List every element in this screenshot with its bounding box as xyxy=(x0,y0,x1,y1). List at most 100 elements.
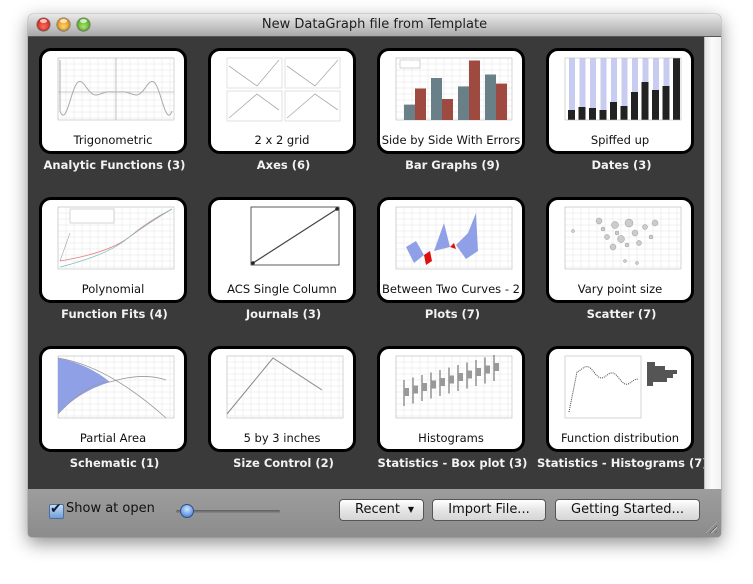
template-thumbnail[interactable]: Between Two Curves - 2 xyxy=(377,197,525,303)
template-item[interactable]: Partial Area Schematic (1) xyxy=(30,335,199,484)
template-thumbnail[interactable]: Trigonometric xyxy=(39,48,187,154)
template-name: Vary point size xyxy=(577,282,663,296)
category-label: Size Control (2) xyxy=(233,456,334,470)
scatter-point xyxy=(617,235,625,243)
template-item[interactable]: Histograms Statistics - Box plot (3) xyxy=(368,335,537,484)
template-name: Trigonometric xyxy=(73,133,153,147)
template-thumbnail[interactable]: Polynomial xyxy=(39,197,187,303)
template-thumbnail[interactable]: Histograms xyxy=(377,346,525,452)
data-point xyxy=(335,207,339,211)
bar xyxy=(610,102,617,120)
category-label: Statistics - Box plot (3) xyxy=(377,456,528,470)
scatter-point xyxy=(600,226,606,232)
box xyxy=(467,370,472,379)
template-item[interactable]: 2 x 2 grid Axes (6) xyxy=(199,37,368,186)
resize-grip-icon[interactable] xyxy=(706,522,717,533)
legend-box xyxy=(69,208,115,224)
show-at-open-label[interactable]: Show at open xyxy=(66,501,155,516)
thumbnail-preview-graph xyxy=(226,57,341,122)
bar xyxy=(431,78,442,120)
slider-knob[interactable] xyxy=(180,504,194,518)
getting-started-button[interactable]: Getting Started... xyxy=(555,499,700,521)
bar xyxy=(496,83,507,120)
scatter-point xyxy=(609,243,617,251)
box xyxy=(431,380,436,389)
preview-panel xyxy=(226,57,283,89)
scatter-point xyxy=(624,242,630,248)
bar xyxy=(469,60,480,120)
template-thumbnail[interactable]: Side by Side With Errors xyxy=(377,48,525,154)
template-item[interactable]: Side by Side With Errors Bar Graphs (9) xyxy=(368,37,537,186)
scatter-point xyxy=(611,221,619,229)
bar xyxy=(485,74,496,120)
preview-line xyxy=(286,93,339,119)
histogram-bar xyxy=(647,370,677,374)
template-name: Histograms xyxy=(418,431,484,445)
template-thumbnail[interactable]: Function distribution xyxy=(546,346,694,452)
template-name: Side by Side With Errors xyxy=(381,133,521,147)
import-file-button[interactable]: Import File... xyxy=(432,499,546,521)
category-label: Journals (3) xyxy=(245,307,322,321)
recent-label: Recent xyxy=(355,502,400,517)
legend-box xyxy=(399,59,421,69)
template-item[interactable]: Vary point size Scatter (7) xyxy=(537,186,706,335)
recent-popup-button[interactable]: Recent ▼ xyxy=(339,499,424,521)
thumbnail-preview-graph xyxy=(564,57,682,121)
template-thumbnail[interactable]: ACS Single Column xyxy=(208,197,356,303)
thumbnail-preview-graph xyxy=(564,206,682,270)
histogram-bar xyxy=(647,382,653,386)
template-name: Polynomial xyxy=(81,282,145,296)
template-thumbnail[interactable]: Spiffed up xyxy=(546,48,694,154)
template-chooser-window: New DataGraph file from Template Trigono… xyxy=(28,14,721,537)
box xyxy=(413,385,418,394)
scatter-point xyxy=(614,230,620,236)
scatter-point xyxy=(623,259,627,263)
preview-frame xyxy=(564,355,642,419)
template-item[interactable]: 5 by 3 inches Size Control (2) xyxy=(199,335,368,484)
box xyxy=(485,365,490,374)
thumbnail-preview-graph xyxy=(395,355,513,419)
box xyxy=(494,363,499,371)
vertical-scrollbar[interactable] xyxy=(704,37,721,489)
template-item[interactable]: ACS Single Column Journals (3) xyxy=(199,186,368,335)
category-label: Bar Graphs (9) xyxy=(405,158,500,172)
title-bar[interactable]: New DataGraph file from Template xyxy=(28,14,721,37)
scatter-point xyxy=(651,219,659,227)
scatter-point xyxy=(642,224,648,230)
template-item[interactable]: Trigonometric Analytic Functions (3) xyxy=(30,37,199,186)
scatter-point xyxy=(595,217,603,225)
template-name: Spiffed up xyxy=(590,133,650,147)
template-item[interactable]: Spiffed up Dates (3) xyxy=(537,37,706,186)
category-label: Statistics - Histograms (7) xyxy=(537,456,708,470)
show-at-open-checkbox[interactable] xyxy=(49,501,64,519)
thumbnail-preview-graph xyxy=(57,206,175,270)
thumbnail-preview-graph xyxy=(395,57,513,121)
box xyxy=(422,383,427,391)
bar xyxy=(442,99,453,120)
category-label: Dates (3) xyxy=(591,158,652,172)
box xyxy=(476,368,481,376)
category-label: Scatter (7) xyxy=(586,307,657,321)
template-item[interactable]: Between Two Curves - 2 Plots (7) xyxy=(368,186,537,335)
histogram-bar xyxy=(647,366,665,370)
template-name: Partial Area xyxy=(79,431,147,445)
preview-line xyxy=(286,59,339,87)
template-thumbnail[interactable]: Vary point size xyxy=(546,197,694,303)
template-item[interactable]: Polynomial Function Fits (4) xyxy=(30,186,199,335)
thumbnail-preview-graph xyxy=(57,355,175,419)
template-item[interactable]: Function distribution Statistics - Histog… xyxy=(537,335,708,484)
bar xyxy=(599,110,607,120)
thumbnail-preview-graph xyxy=(57,57,175,121)
scatter-point xyxy=(624,218,634,228)
template-thumbnail[interactable]: Partial Area xyxy=(39,346,187,452)
template-thumbnail[interactable]: 2 x 2 grid xyxy=(208,48,356,154)
histogram-bar xyxy=(647,374,673,378)
histogram-bar xyxy=(647,378,667,382)
area-fill xyxy=(406,213,478,263)
category-label: Function Fits (4) xyxy=(61,307,168,321)
bar xyxy=(404,104,415,120)
template-thumbnail[interactable]: 5 by 3 inches xyxy=(208,346,356,452)
scatter-point xyxy=(604,234,610,240)
bar xyxy=(620,106,628,120)
preview-line xyxy=(228,93,280,119)
